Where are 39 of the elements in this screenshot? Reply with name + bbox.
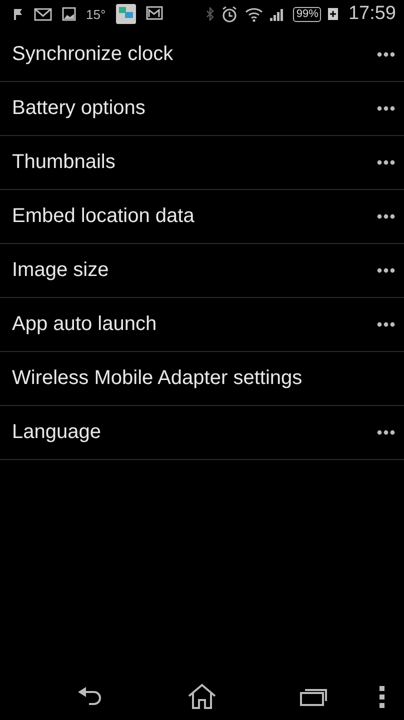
menu-item[interactable]: App auto launch (0, 298, 404, 352)
more-dots-icon (377, 268, 395, 273)
menu-item-label: Thumbnails (12, 151, 116, 174)
menu-item[interactable]: Language (0, 406, 404, 460)
temperature-text: 15° (86, 6, 106, 22)
menu-item[interactable]: Synchronize clock (0, 28, 404, 82)
recent-apps-icon[interactable] (300, 686, 328, 706)
gmail-icon (146, 6, 164, 22)
clock-text: 17:59 (348, 3, 396, 25)
wifi-icon (245, 6, 264, 22)
alarm-icon (221, 6, 238, 22)
more-dots-icon (377, 52, 395, 57)
menu-item[interactable]: Embed location data (0, 190, 404, 244)
menu-item-label: Synchronize clock (12, 43, 174, 66)
menu-item-label: Wireless Mobile Adapter settings (12, 367, 302, 390)
more-dots-icon (377, 106, 395, 111)
menu-item-label: Language (12, 421, 101, 444)
more-dots-icon (377, 214, 395, 219)
mail-icon (34, 8, 52, 20)
back-icon[interactable] (77, 686, 103, 706)
menu-item[interactable]: Image size (0, 244, 404, 298)
home-icon[interactable] (187, 683, 217, 709)
more-dots-icon (377, 160, 395, 165)
menu-item[interactable]: Battery options (0, 82, 404, 136)
bluetooth-icon (206, 7, 214, 21)
menu-item[interactable]: Wireless Mobile Adapter settings (0, 352, 404, 406)
charging-icon (328, 8, 338, 20)
menu-item-label: Embed location data (12, 205, 194, 228)
menu-item[interactable]: Thumbnails (0, 136, 404, 190)
flag-icon (12, 7, 24, 21)
battery-indicator: 99% (293, 6, 322, 22)
menu-item-label: Image size (12, 259, 109, 282)
menu-item-label: App auto launch (12, 313, 157, 336)
image-icon (62, 7, 76, 21)
menu-icon[interactable] (379, 686, 385, 708)
more-dots-icon (377, 430, 395, 435)
app-icon (116, 4, 136, 24)
menu-item-label: Battery options (12, 97, 146, 120)
more-dots-icon (377, 322, 395, 327)
